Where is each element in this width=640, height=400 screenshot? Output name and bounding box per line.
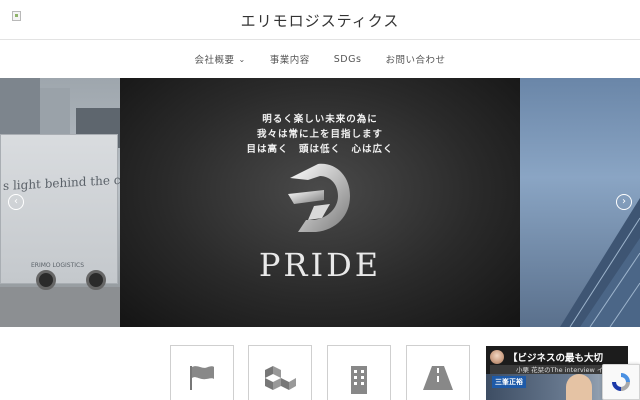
pride-emblem-icon: [288, 163, 350, 232]
slider-next-button[interactable]: ›: [616, 194, 632, 210]
main-nav: 会社概要 ⌄ 事業内容 SDGs お問い合わせ: [0, 41, 640, 77]
video-title: 【ビジネスの最も大切: [508, 353, 604, 364]
card-business[interactable]: [248, 345, 312, 400]
site-title[interactable]: エリモロジスティクス: [0, 10, 640, 31]
card-office[interactable]: [327, 345, 391, 400]
nav-item-sdgs[interactable]: SDGs: [322, 54, 374, 65]
slider-prev-button[interactable]: ‹: [8, 194, 24, 210]
nav-item-label: 会社概要: [194, 55, 235, 66]
recaptcha-icon: [612, 373, 630, 391]
card-logistics[interactable]: [406, 345, 470, 400]
flag-icon: [190, 366, 214, 390]
nav-item-label: SDGs: [333, 53, 362, 65]
site-header: エリモロジスティクス: [0, 0, 640, 40]
chevron-down-icon: ⌄: [238, 54, 246, 64]
brand-wordmark: PRIDE: [258, 246, 382, 284]
nav-item-contact[interactable]: お問い合わせ: [373, 52, 457, 66]
slide-tagline-line-3: 目は高く 頭は低く 心は広く: [246, 144, 394, 155]
slide-tagline-line-1: 明るく楽しい未来の為に: [262, 114, 378, 125]
nav-item-business[interactable]: 事業内容: [258, 52, 322, 66]
slide-current: 明るく楽しい未来の為に 我々は常に上を目指します 目は高く 頭は低く 心は広く …: [120, 78, 520, 327]
building-icon: [351, 366, 367, 394]
truck-slogan: s light behind the clouds.: [3, 170, 120, 194]
video-name-badge: 三峯正裕: [492, 376, 526, 388]
nav-item-company[interactable]: 会社概要 ⌄: [183, 52, 258, 67]
recaptcha-badge[interactable]: [602, 364, 640, 400]
truck-logo: ERIMO LOGISTICS: [31, 262, 85, 269]
hero-slider: s light behind the clouds. ERIMO LOGISTI…: [0, 78, 640, 327]
video-person: [566, 374, 592, 400]
slide-tagline-line-2: 我々は常に上を目指します: [256, 129, 383, 140]
channel-avatar: [490, 350, 504, 364]
nav-item-label: 事業内容: [269, 55, 310, 66]
card-company[interactable]: [170, 345, 234, 400]
nav-item-label: お問い合わせ: [385, 55, 446, 66]
boxes-icon: [265, 366, 296, 390]
road-icon: [423, 366, 453, 390]
